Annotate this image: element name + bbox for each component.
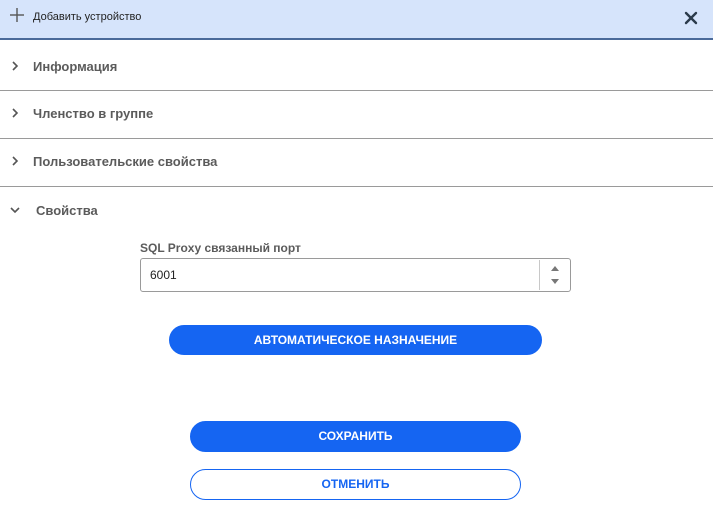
chevron-right-icon (12, 61, 19, 71)
chevron-down-icon (10, 207, 20, 214)
caret-up-icon (551, 266, 559, 271)
increment-button[interactable] (540, 260, 570, 275)
section-label: Свойства (36, 203, 98, 218)
decrement-button[interactable] (540, 275, 570, 290)
section-custom-properties[interactable]: Пользовательские свойства (0, 139, 713, 186)
sql-proxy-port-input[interactable] (141, 259, 537, 291)
section-properties[interactable]: Свойства (0, 187, 713, 233)
chevron-right-icon (12, 156, 19, 166)
cancel-button[interactable]: ОТМЕНИТЬ (190, 469, 521, 500)
section-group-membership[interactable]: Членство в группе (0, 91, 713, 138)
dialog-header: Добавить устройство (0, 0, 713, 40)
plus-icon (10, 8, 24, 22)
caret-down-icon (551, 279, 559, 284)
save-button[interactable]: СОХРАНИТЬ (190, 421, 521, 452)
auto-assign-button[interactable]: АВТОМАТИЧЕСКОЕ НАЗНАЧЕНИЕ (169, 325, 542, 355)
section-label: Членство в группе (33, 106, 154, 121)
close-icon[interactable] (684, 11, 698, 25)
chevron-right-icon (12, 108, 19, 118)
section-label: Информация (33, 59, 118, 74)
sql-proxy-port-field (140, 258, 571, 292)
section-information[interactable]: Информация (0, 44, 713, 90)
dialog-title: Добавить устройство (33, 11, 142, 23)
quantity-stepper (539, 260, 570, 290)
sql-proxy-port-label: SQL Proxy связанный порт (140, 241, 301, 255)
section-label: Пользовательские свойства (33, 154, 218, 169)
